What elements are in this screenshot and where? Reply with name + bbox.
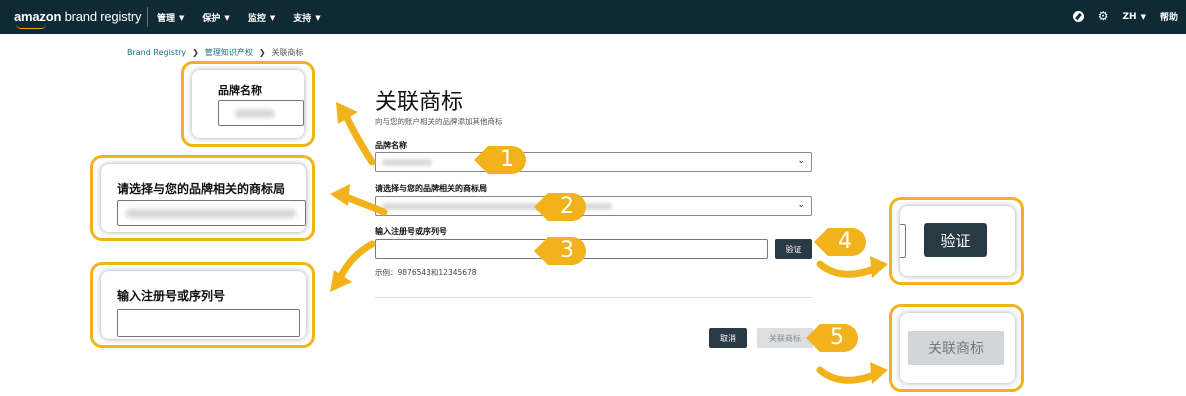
arrow-1 xyxy=(342,112,376,166)
nav-item-protect[interactable]: 保护 ▼ xyxy=(202,11,230,25)
arrowhead-2 xyxy=(330,184,350,206)
nav-item-monitor[interactable]: 监控 ▼ xyxy=(247,11,276,25)
registration-number-label: 输入注册号或序列号 xyxy=(375,227,447,236)
cancel-button[interactable]: 取消 xyxy=(709,328,747,348)
arrowhead-5 xyxy=(870,362,888,384)
callout-verify-button: 验证 xyxy=(924,223,987,257)
gear-icon[interactable]: ⚙ xyxy=(1098,10,1109,22)
breadcrumb: Brand Registry ❯ 管理知识产权 ❯ 关联商标 xyxy=(127,47,304,58)
chevron-down-icon: ⌄ xyxy=(797,156,805,166)
nav-item-label: 管理 xyxy=(157,14,176,24)
nav-right-tools: ⚙ ZH ▼ 帮助 xyxy=(1072,10,1178,23)
nav-item-manage[interactable]: 管理 ▼ xyxy=(157,11,185,25)
nav-menu: 管理 ▼ 保护 ▼ 监控 ▼ 支持 ▼ xyxy=(157,11,321,25)
language-label: ZH xyxy=(1122,11,1137,22)
page-title: 关联商标 xyxy=(375,90,464,115)
logo-amazon: amazon xyxy=(14,9,62,24)
step-badge-4: 4 xyxy=(814,226,866,258)
brand-registry-logo[interactable]: amazon brand registry xyxy=(14,9,141,24)
nav-item-support[interactable]: 支持 ▼ xyxy=(293,11,321,25)
callout-zoom-panel: 请选择与您的品牌相关的商标局 xyxy=(101,164,306,232)
blurred-value xyxy=(235,109,275,118)
amazon-smile-icon xyxy=(16,24,46,29)
chevron-right-icon: ❯ xyxy=(258,48,266,57)
trademark-office-select[interactable]: ⌄ xyxy=(375,196,812,216)
caret-down-icon: ▼ xyxy=(269,13,276,22)
badge-number: 1 xyxy=(500,147,514,172)
breadcrumb-manage-ip[interactable]: 管理知识产权 xyxy=(205,47,253,58)
callout-zoom-panel: 输入注册号或序列号 xyxy=(101,271,306,339)
associate-trademark-button[interactable]: 关联商标 xyxy=(757,328,813,348)
badge-number: 4 xyxy=(838,229,852,254)
divider xyxy=(375,297,812,298)
language-selector[interactable]: ZH ▼ xyxy=(1123,12,1146,22)
callout-trademark-office: 请选择与您的品牌相关的商标局 xyxy=(90,155,315,241)
callout-input-edge xyxy=(900,224,906,258)
nav-item-label: 监控 xyxy=(247,14,266,24)
arrowhead-4 xyxy=(870,256,888,278)
badge-number: 5 xyxy=(830,325,844,350)
step-badge-3: 3 xyxy=(534,235,586,267)
trademark-office-label: 请选择与您的品牌相关的商标局 xyxy=(375,184,487,193)
brand-name-select[interactable]: ⌄ xyxy=(375,152,812,172)
example-hint: 示例：9876543和12345678 xyxy=(375,268,477,277)
callout-office-input xyxy=(117,200,306,226)
blurred-value xyxy=(382,159,432,166)
arrowhead-3 xyxy=(330,270,352,292)
chevron-right-icon: ❯ xyxy=(192,48,199,57)
caret-down-icon: ▼ xyxy=(315,13,321,22)
breadcrumb-brand-registry[interactable]: Brand Registry xyxy=(127,48,186,57)
callout-office-label: 请选择与您的品牌相关的商标局 xyxy=(117,182,286,196)
callout-reg-label: 输入注册号或序列号 xyxy=(117,289,226,303)
callout-registration-number: 输入注册号或序列号 xyxy=(90,262,315,348)
brand-name-label: 品牌名称 xyxy=(375,141,407,150)
callout-brand-input xyxy=(218,100,304,126)
caret-down-icon: ▼ xyxy=(179,13,185,22)
top-nav-bar: amazon brand registry 管理 ▼ 保护 ▼ 监控 ▼ 支持 ▼ ⚙ … xyxy=(0,0,1186,34)
logo-brand-registry: brand registry xyxy=(61,9,142,24)
breadcrumb-current: 关联商标 xyxy=(271,48,304,57)
caret-down-icon: ▼ xyxy=(1140,12,1146,21)
page: amazon brand registry 管理 ▼ 保护 ▼ 监控 ▼ 支持 ▼ ⚙ … xyxy=(0,0,1186,396)
callout-brand-label: 品牌名称 xyxy=(218,84,262,97)
blurred-value xyxy=(126,209,296,218)
arrow-5 xyxy=(816,366,880,384)
callout-brand-name: 品牌名称 xyxy=(181,61,315,147)
step-badge-2: 2 xyxy=(534,191,586,223)
badge-number: 2 xyxy=(560,194,574,219)
verify-button[interactable]: 验证 xyxy=(775,239,812,259)
arrow-4 xyxy=(816,260,880,278)
caret-down-icon: ▼ xyxy=(224,13,230,22)
compass-icon[interactable] xyxy=(1072,11,1084,22)
help-link[interactable]: 帮助 xyxy=(1160,10,1178,23)
step-badge-5: 5 xyxy=(806,322,858,354)
callout-associate-button: 关联商标 xyxy=(908,331,1004,365)
nav-item-label: 支持 xyxy=(293,14,312,24)
chevron-down-icon: ⌄ xyxy=(797,200,805,210)
arrowhead-1 xyxy=(336,102,358,124)
nav-divider xyxy=(147,7,148,27)
nav-item-label: 保护 xyxy=(202,14,221,24)
page-subtitle: 向与您的账户相关的品牌添加其他商标 xyxy=(375,117,503,126)
arrow-3 xyxy=(336,240,376,282)
callout-zoom-panel: 品牌名称 xyxy=(192,70,304,138)
callout-reg-input xyxy=(117,309,300,337)
badge-number: 3 xyxy=(560,238,574,263)
step-badge-1: 1 xyxy=(474,144,526,176)
